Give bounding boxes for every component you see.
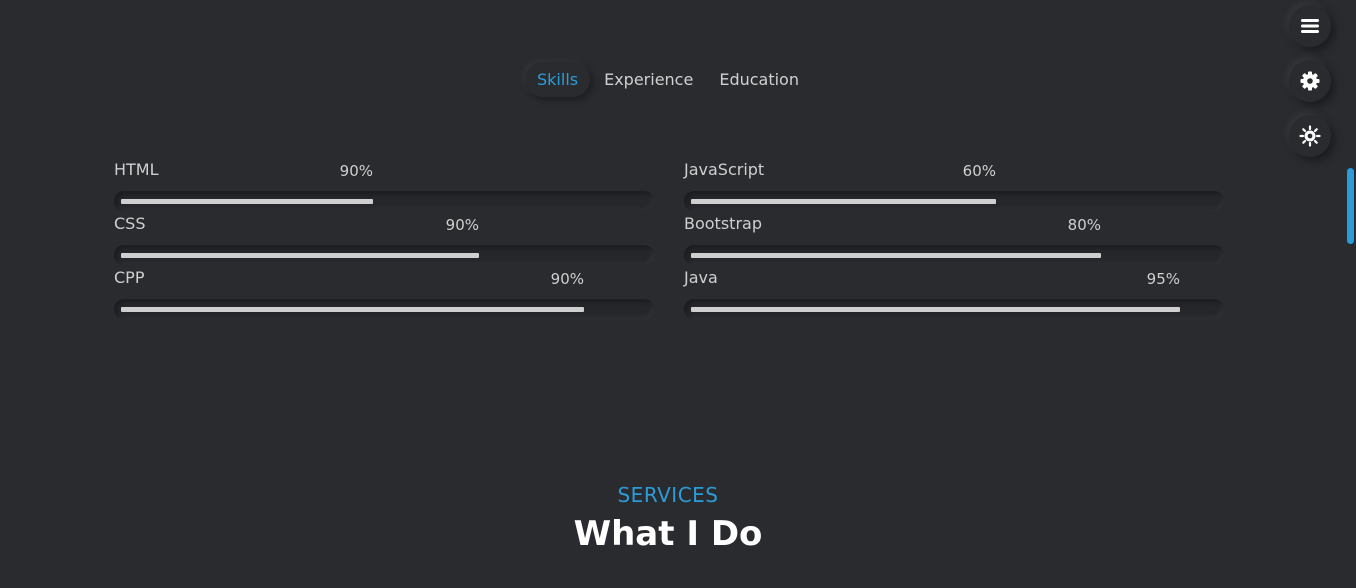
skill-percent: 90% <box>339 162 373 180</box>
skill-progress-fill <box>691 253 1101 258</box>
skill-progress-track <box>114 191 654 211</box>
section-title: What I Do <box>573 514 763 554</box>
skill-name: Java <box>684 268 718 287</box>
skill-name: CPP <box>114 268 145 287</box>
tab-skills[interactable]: Skills <box>525 62 591 97</box>
skill-percent: 80% <box>1067 216 1101 234</box>
theme-toggle-button[interactable] <box>1289 115 1331 157</box>
tab-education[interactable]: Education <box>707 62 811 97</box>
tab-experience[interactable]: Experience <box>592 62 705 97</box>
skill-html: HTML 90% <box>114 160 654 214</box>
resume-tabs: Skills Experience Education <box>0 62 1336 97</box>
skill-progress-track <box>114 245 654 265</box>
skill-percent: 90% <box>445 216 479 234</box>
skill-name: Bootstrap <box>684 214 762 233</box>
skill-javascript: JavaScript 60% <box>684 160 1224 214</box>
skill-css: CSS 90% <box>114 214 654 268</box>
gear-icon <box>1300 71 1320 91</box>
sun-icon <box>1299 125 1321 147</box>
skill-progress-track <box>684 191 1224 211</box>
skill-java: Java 95% <box>684 268 1224 322</box>
skill-progress-fill <box>691 307 1180 312</box>
skill-name: JavaScript <box>684 160 765 179</box>
skill-progress-track <box>684 245 1224 265</box>
skill-percent: 95% <box>1146 270 1180 288</box>
skill-name: CSS <box>114 214 146 233</box>
skill-bootstrap: Bootstrap 80% <box>684 214 1224 268</box>
menu-icon <box>1301 19 1319 33</box>
skill-progress-fill <box>121 307 584 312</box>
menu-button[interactable] <box>1289 5 1331 47</box>
skill-progress-fill <box>121 253 479 258</box>
skill-progress-track <box>114 299 654 319</box>
settings-button[interactable] <box>1289 60 1331 102</box>
skill-percent: 60% <box>962 162 996 180</box>
skills-grid: HTML 90% JavaScript 60% CSS 90% Bootstra… <box>114 160 1224 330</box>
skill-progress-fill <box>691 199 996 204</box>
section-label: SERVICES <box>617 483 719 507</box>
skill-progress-fill <box>121 199 373 204</box>
scrollbar-thumb[interactable] <box>1347 168 1354 244</box>
skill-percent: 90% <box>550 270 584 288</box>
skill-cpp: CPP 90% <box>114 268 654 322</box>
skill-name: HTML <box>114 160 159 179</box>
skill-progress-track <box>684 299 1224 319</box>
